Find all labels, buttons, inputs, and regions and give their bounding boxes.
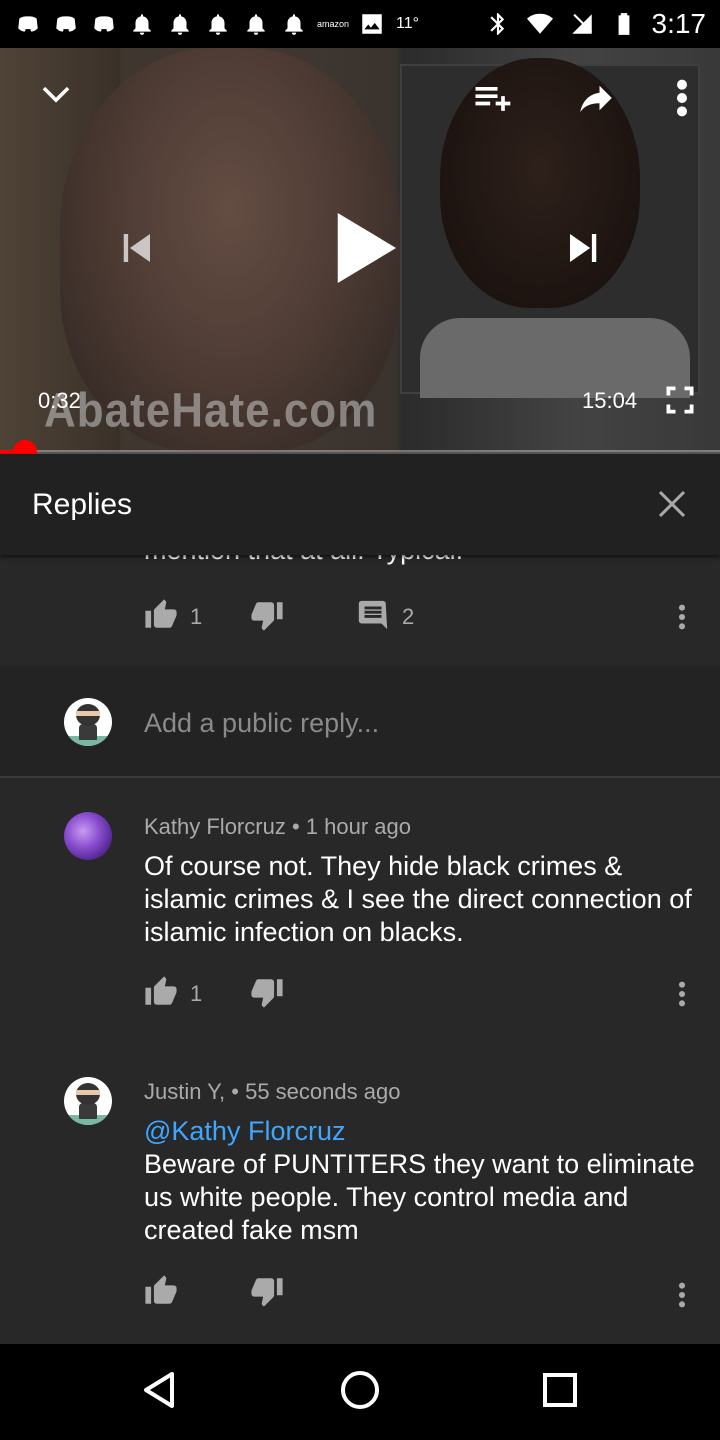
dislike-button[interactable] — [250, 975, 284, 1014]
like-button[interactable] — [144, 1274, 210, 1313]
bell-icon — [166, 11, 194, 37]
more-vert-icon — [676, 78, 688, 123]
avatar[interactable] — [64, 812, 112, 860]
thumb-up-icon — [144, 598, 178, 637]
more-vert-icon — [678, 980, 686, 1013]
avatar[interactable] — [64, 1077, 112, 1125]
replies-content[interactable]: mention that at all. Typical. 1 2 Add a … — [0, 555, 720, 1344]
comment-time: 1 hour ago — [305, 814, 411, 839]
wifi-icon — [526, 11, 554, 37]
fullscreen-button[interactable] — [658, 380, 702, 424]
reply-composer[interactable]: Add a public reply... — [0, 666, 720, 778]
comment-body: Beware of PUNTITERS they want to elimina… — [144, 1149, 695, 1245]
bell-icon — [280, 11, 308, 37]
thumb-up-icon — [144, 1274, 178, 1313]
bell-icon — [128, 11, 156, 37]
no-signal-icon — [568, 11, 596, 37]
clock: 3:17 — [651, 8, 707, 39]
amazon-label: amazon — [316, 18, 350, 29]
play-button[interactable] — [326, 210, 402, 290]
like-count: 1 — [190, 604, 203, 629]
comment-time: 55 seconds ago — [245, 1079, 401, 1104]
comment-more-button[interactable] — [670, 1277, 694, 1317]
like-button[interactable]: 1 — [144, 975, 210, 1014]
like-count: 1 — [190, 981, 203, 1006]
reply-count: 2 — [402, 604, 415, 629]
discord-icon — [90, 11, 118, 37]
thumb-down-icon — [250, 1274, 284, 1313]
image-icon — [358, 11, 386, 37]
chevron-down-icon — [36, 76, 76, 121]
avatar — [64, 698, 112, 746]
next-button[interactable] — [560, 226, 608, 274]
parent-comment-more-button[interactable] — [670, 599, 694, 639]
comment-author[interactable]: Justin Y, — [144, 1079, 225, 1104]
thumb-down-icon — [250, 975, 284, 1014]
more-options-button[interactable] — [660, 76, 704, 124]
home-button[interactable] — [336, 1368, 384, 1416]
playlist-add-icon — [470, 76, 514, 125]
discord-icon — [14, 11, 42, 37]
bell-icon — [242, 11, 270, 37]
skip-next-icon — [563, 227, 605, 274]
comment-text: Of course not. They hide black crimes & … — [144, 851, 692, 947]
comment-more-button[interactable] — [670, 976, 694, 1016]
status-bar: amazon 11° 3:17 — [0, 0, 720, 48]
video-watermark: AbateHate.com — [44, 383, 378, 438]
play-icon — [329, 210, 399, 291]
parent-comment-text: mention that at all. Typical. — [144, 555, 463, 566]
more-vert-icon — [678, 1281, 686, 1314]
skip-previous-icon — [115, 227, 157, 274]
more-vert-icon — [678, 603, 686, 636]
comment-meta: Justin Y, • 55 seconds ago — [144, 1079, 400, 1105]
navigation-bar — [0, 1344, 720, 1440]
dislike-button[interactable] — [250, 598, 316, 637]
comment-author[interactable]: Kathy Florcruz — [144, 814, 286, 839]
dislike-button[interactable] — [250, 1274, 284, 1313]
minimize-button[interactable] — [34, 76, 78, 120]
replies-title: Replies — [32, 487, 133, 521]
fullscreen-icon — [662, 382, 698, 423]
notification-icons: amazon 11° — [14, 11, 419, 37]
battery-icon — [610, 11, 638, 37]
comment-meta: Kathy Florcruz • 1 hour ago — [144, 814, 411, 840]
amazon-icon: amazon — [316, 11, 350, 37]
close-icon — [654, 490, 690, 526]
replies-header: Replies — [0, 454, 720, 555]
back-button[interactable] — [136, 1368, 184, 1416]
like-button[interactable]: 1 — [144, 598, 210, 637]
meta-separator: • — [231, 1079, 239, 1104]
temperature: 11° — [396, 15, 420, 32]
comment-text: @Kathy Florcruz Beware of PUNTITERS they… — [144, 1115, 704, 1247]
thumb-up-icon — [144, 975, 178, 1014]
discord-icon — [52, 11, 80, 37]
comment-icon — [356, 598, 390, 637]
close-replies-button[interactable] — [654, 486, 690, 522]
recents-square-icon — [538, 1368, 582, 1417]
share-icon — [575, 77, 617, 124]
comment-actions — [144, 1273, 324, 1313]
bell-icon — [204, 11, 232, 37]
reply-button[interactable]: 2 — [356, 598, 422, 637]
bluetooth-icon — [484, 11, 512, 37]
total-time: 15:04 — [582, 388, 638, 413]
comment-mention-link[interactable]: @Kathy Florcruz — [144, 1115, 704, 1148]
meta-separator: • — [291, 814, 300, 839]
recents-button[interactable] — [536, 1368, 584, 1416]
thumb-down-icon — [250, 598, 284, 637]
share-button[interactable] — [572, 76, 620, 124]
system-icons: 3:17 — [484, 8, 707, 40]
home-circle-icon — [338, 1368, 382, 1417]
comment-actions: 1 — [144, 974, 324, 1014]
parent-comment-actions: 1 2 — [144, 597, 462, 637]
back-triangle-icon — [138, 1368, 182, 1417]
reply-input[interactable]: Add a public reply... — [144, 708, 379, 739]
current-time: 0:32 — [38, 388, 81, 413]
add-to-playlist-button[interactable] — [468, 76, 516, 124]
previous-button[interactable] — [112, 226, 160, 274]
video-player[interactable]: AbateHate.com 0:32 15:04 — [0, 48, 720, 452]
